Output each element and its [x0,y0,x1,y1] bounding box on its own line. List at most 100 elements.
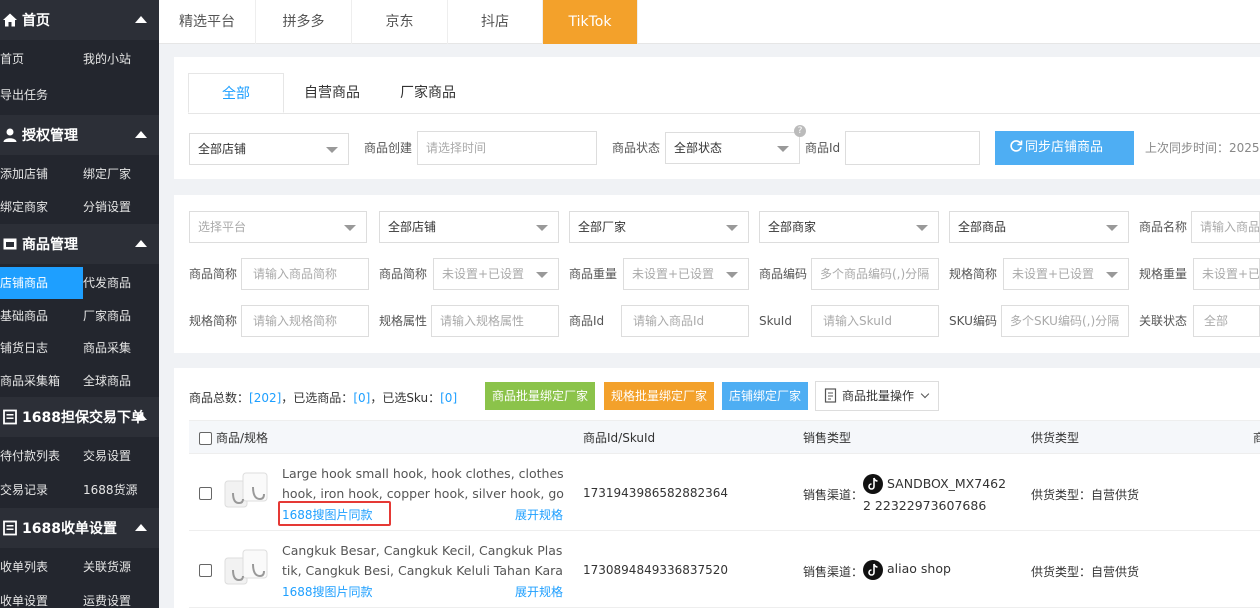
tab-douyin[interactable]: 抖店 [448,0,543,44]
sidebar-item-linked-source[interactable]: 关联货源 [83,551,159,583]
goods-id-filter-input[interactable]: 请输入商品Id [621,305,749,337]
caret-up-icon [135,524,147,531]
tab-featured[interactable]: 精选平台 [159,0,256,44]
sidebar-item-factory-goods[interactable]: 厂家商品 [83,300,159,332]
sidebar-item-collect-box[interactable]: 商品采集箱 [0,365,83,397]
sidebar-item-trade-settings[interactable]: 交易设置 [83,440,159,472]
shop-select[interactable]: 全部店铺 [189,133,349,165]
sales-channel-label: 销售渠道： [803,488,864,502]
platform-select-value: 选择平台 [198,220,247,234]
user-icon [2,127,18,143]
document-icon [824,388,837,403]
goods-id-input[interactable] [845,131,980,165]
goods-select-value: 全部商品 [958,220,1007,234]
sidebar-item-bind-factory[interactable]: 绑定厂家 [83,158,159,190]
short-name-input[interactable]: 请输入商品简称 [241,258,369,290]
chevron-down-icon [1106,272,1118,278]
supply-type-label: 供货类型： [1031,565,1092,579]
total-count: [202] [249,391,282,405]
factory-select-value: 全部厂家 [578,220,627,234]
sidebar-item-pending-pay[interactable]: 待付款列表 [0,440,83,472]
shop-filter-select[interactable]: 全部店铺 [379,211,559,243]
spec-short-value: 未设置+已设置 [1012,267,1095,281]
batch-ops-button[interactable]: 商品批量操作 [815,381,940,411]
sidebar-item-trade-records[interactable]: 交易记录 [0,474,83,506]
sync-shop-goods-button[interactable]: 同步店铺商品 [995,131,1134,165]
sidebar-item-global-goods[interactable]: 全球商品 [83,365,159,397]
created-date-input[interactable]: 请选择时间 [417,131,597,165]
sidebar-item-dropship-goods[interactable]: 代发商品 [83,267,159,299]
tab-self-goods[interactable]: 自营商品 [284,73,380,113]
merchant-select[interactable]: 全部商家 [759,211,939,243]
sidebar-section-home[interactable]: 首页 [0,0,159,40]
chevron-down-icon [1106,225,1118,231]
tab-pinduoduo[interactable]: 拼多多 [256,0,352,44]
bind-goods-factory-button[interactable]: 商品批量绑定厂家 [485,382,596,410]
tab-factory-goods[interactable]: 厂家商品 [380,73,476,113]
sidebar: 首页 首页 我的小站 导出任务 授权管理 添加店铺 绑定厂家 绑定商家 分销设置… [0,0,159,608]
weight-select[interactable]: 未设置+已设置 [623,258,749,290]
spec-attr-input[interactable]: 请输入规格属性 [431,305,559,337]
goods-id-filter-label: 商品Id [569,314,605,328]
spec-short-select[interactable]: 未设置+已设置 [1003,258,1129,290]
factory-select[interactable]: 全部厂家 [569,211,749,243]
sidebar-item-1688-source[interactable]: 1688货源 [83,474,159,506]
goods-code-input[interactable]: 多个商品编码(,)分隔 [811,258,939,290]
merchant-select-value: 全部商家 [768,220,817,234]
chevron-down-icon [726,272,738,278]
sidebar-item-add-shop[interactable]: 添加店铺 [0,158,83,190]
tab-all[interactable]: 全部 [188,73,284,113]
product-thumbnail[interactable] [219,542,277,600]
sidebar-section-title: 1688收单设置 [22,521,117,537]
sku-id-input[interactable]: 请输入SkuId [811,305,939,337]
sidebar-item-freight-settings[interactable]: 运费设置 [83,585,159,608]
chevron-down-icon [920,389,930,399]
sku-code-input[interactable]: 多个SKU编码(,)分隔 [1001,305,1129,337]
home-icon [2,12,18,28]
sidebar-section-auth[interactable]: 授权管理 [0,115,159,155]
product-title[interactable]: Large hook small hook, hook clothes, clo… [282,464,564,504]
spec-weight-select[interactable]: 未设置+已设 [1193,258,1260,290]
refresh-icon [1010,140,1023,152]
image-search-link[interactable]: 1688搜图片同款 [282,506,373,523]
bind-spec-factory-button[interactable]: 规格批量绑定厂家 [604,382,715,410]
bind-shop-factory-button[interactable]: 店铺绑定厂家 [722,382,809,410]
caret-up-icon [135,240,147,247]
sidebar-item-collect[interactable]: 商品采集 [83,332,159,364]
row-checkbox[interactable] [199,564,212,577]
select-all-checkbox[interactable] [199,432,212,445]
sidebar-item-base-goods[interactable]: 基础商品 [0,300,83,332]
goods-list-panel: 商品总数：[202]，已选商品：[0]，已选Sku：[0] 商品批量绑定厂家 规… [174,368,1260,608]
sidebar-item-listing-log[interactable]: 铺货日志 [0,332,83,364]
image-search-link[interactable]: 1688搜图片同款 [282,583,373,600]
sidebar-section-1688-collect[interactable]: 1688收单设置 [0,508,159,548]
sidebar-item-collect-settings[interactable]: 收单设置 [0,585,83,608]
sidebar-item-distribution[interactable]: 分销设置 [83,191,159,223]
sidebar-section-goods[interactable]: 商品管理 [0,224,159,264]
relation-status-select[interactable]: 全部 [1193,305,1260,337]
status-select[interactable]: 全部状态 [665,132,800,164]
sidebar-item-export[interactable]: 导出任务 [0,79,83,111]
tab-jd[interactable]: 京东 [352,0,448,44]
list-icon [2,520,18,536]
platform-select[interactable]: 选择平台 [189,211,367,243]
expand-spec-link[interactable]: 展开规格 [515,583,563,600]
spec-short-name-input[interactable]: 请输入规格简称 [241,305,369,337]
spec-weight-label: 规格重量 [1139,267,1188,281]
expand-spec-link[interactable]: 展开规格 [515,506,563,523]
sidebar-item-bind-merchant[interactable]: 绑定商家 [0,191,83,223]
product-thumbnail[interactable] [219,465,277,523]
selected-label: ，已选商品： [281,391,354,405]
batch-ops-label: 商品批量操作 [842,389,915,403]
product-title[interactable]: Cangkuk Besar, Cangkuk Kecil, Cangkuk Pl… [282,541,564,581]
sidebar-item-my-site[interactable]: 我的小站 [83,43,159,75]
goods-select[interactable]: 全部商品 [949,211,1129,243]
sidebar-item-collect-list[interactable]: 收单列表 [0,551,83,583]
row-checkbox[interactable] [199,487,212,500]
sidebar-item-shop-goods[interactable]: 店铺商品 [0,267,83,299]
sidebar-section-1688-order[interactable]: 1688担保交易下单 [0,397,159,437]
tab-tiktok[interactable]: TikTok [543,0,638,44]
short-name-status-select[interactable]: 未设置+已设置 [433,258,559,290]
goods-name-input[interactable]: 请输入商品 [1191,211,1260,243]
sidebar-item-home[interactable]: 首页 [0,43,83,75]
